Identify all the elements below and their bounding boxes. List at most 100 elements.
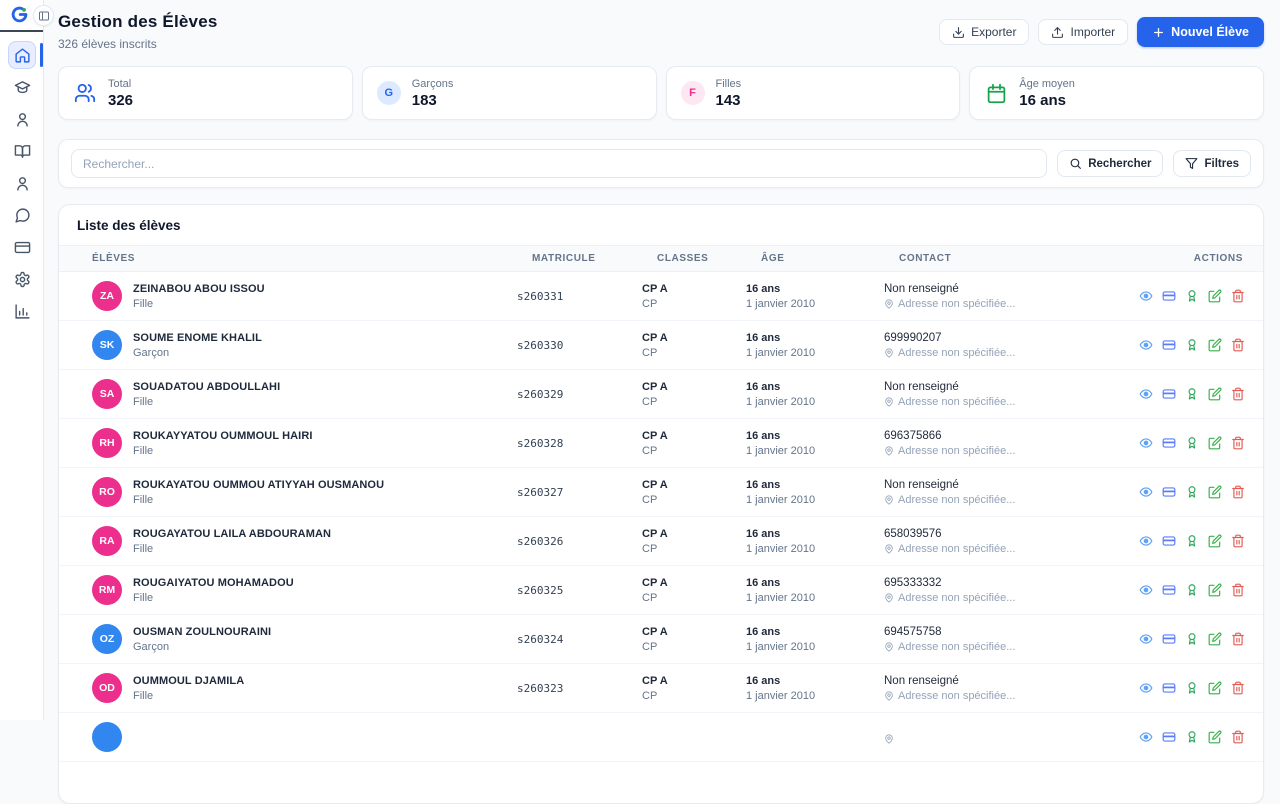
view-button[interactable] — [1138, 534, 1153, 549]
table-row[interactable]: OZ OUSMAN ZOULNOURAINI Garçon s260324 CP… — [59, 615, 1263, 664]
delete-button[interactable] — [1230, 730, 1245, 745]
edit-button[interactable] — [1207, 583, 1222, 598]
export-button[interactable]: Exporter — [939, 19, 1030, 45]
award-button[interactable] — [1184, 632, 1199, 647]
student-phone: Non renseigné — [884, 282, 959, 295]
award-button[interactable] — [1184, 338, 1199, 353]
edit-icon — [1208, 485, 1221, 499]
table-row[interactable] — [59, 713, 1263, 762]
sidebar-item-home[interactable] — [0, 39, 44, 71]
award-button[interactable] — [1184, 485, 1199, 500]
award-icon — [1188, 535, 1195, 547]
column-header-classes: CLASSES — [657, 253, 709, 264]
sidebar-item-messages[interactable] — [0, 199, 44, 231]
id-card-icon — [1162, 438, 1175, 448]
import-button[interactable]: Importer — [1038, 19, 1129, 45]
award-button[interactable] — [1184, 583, 1199, 598]
sidebar-item-courses[interactable] — [0, 135, 44, 167]
view-button[interactable] — [1138, 436, 1153, 451]
table-row[interactable]: SK SOUME ENOME KHALIL Garçon s260330 CP … — [59, 321, 1263, 370]
view-button[interactable] — [1138, 632, 1153, 647]
edit-icon — [1208, 534, 1221, 548]
delete-button[interactable] — [1230, 534, 1245, 549]
sidebar-item-classes[interactable] — [0, 71, 44, 103]
card-button[interactable] — [1161, 534, 1176, 549]
card-button[interactable] — [1161, 632, 1176, 647]
filters-button[interactable]: Filtres — [1173, 150, 1251, 177]
card-button[interactable] — [1161, 681, 1176, 696]
student-birthdate: 1 janvier 2010 — [746, 493, 816, 506]
sidebar-item-statistics[interactable] — [0, 295, 44, 327]
delete-button[interactable] — [1230, 681, 1245, 696]
award-icon — [1188, 486, 1195, 498]
view-button[interactable] — [1138, 289, 1153, 304]
edit-button[interactable] — [1207, 485, 1222, 500]
sidebar-item-students[interactable] — [0, 103, 44, 135]
delete-button[interactable] — [1230, 338, 1245, 353]
view-button[interactable] — [1138, 730, 1153, 745]
row-avatar — [92, 722, 122, 752]
award-button[interactable] — [1184, 534, 1199, 549]
view-button[interactable] — [1138, 681, 1153, 696]
id-card-icon — [1162, 683, 1175, 693]
search-input[interactable] — [71, 149, 1048, 178]
view-button[interactable] — [1138, 338, 1153, 353]
contact-cell: Non renseigné Adresse non spécifiée... — [884, 479, 1095, 506]
card-button[interactable] — [1161, 436, 1176, 451]
delete-button[interactable] — [1230, 485, 1245, 500]
view-button[interactable] — [1138, 387, 1153, 402]
edit-button[interactable] — [1207, 730, 1222, 745]
new-student-button[interactable]: Nouvel Élève — [1137, 17, 1264, 47]
row-avatar: RA — [92, 526, 122, 556]
table-row[interactable]: ZA ZEINABOU ABOU ISSOU Fille s260331 CP … — [59, 272, 1263, 321]
edit-button[interactable] — [1207, 387, 1222, 402]
edit-button[interactable] — [1207, 338, 1222, 353]
table-row[interactable]: OD OUMMOUL DJAMILA Fille s260323 CP A CP… — [59, 664, 1263, 713]
address-text: Adresse non spécifiée... — [898, 346, 1016, 359]
award-button[interactable] — [1184, 387, 1199, 402]
column-header-contact: CONTACT — [899, 253, 952, 264]
card-button[interactable] — [1161, 485, 1176, 500]
edit-button[interactable] — [1207, 289, 1222, 304]
table-row[interactable]: RO ROUKAYATOU OUMMOU ATIYYAH OUSMANOU Fi… — [59, 468, 1263, 517]
view-button[interactable] — [1138, 583, 1153, 598]
delete-button[interactable] — [1230, 583, 1245, 598]
sidebar-item-teachers[interactable] — [0, 167, 44, 199]
table-row[interactable]: RH ROUKAYYATOU OUMMOUL HAIRI Fille s2603… — [59, 419, 1263, 468]
card-button[interactable] — [1161, 387, 1176, 402]
delete-button[interactable] — [1230, 436, 1245, 451]
sidebar-item-payments[interactable] — [0, 231, 44, 263]
sidebar-toggle-button[interactable] — [33, 5, 54, 26]
edit-button[interactable] — [1207, 632, 1222, 647]
award-button[interactable] — [1184, 289, 1199, 304]
actions-cell — [1095, 534, 1245, 549]
edit-button[interactable] — [1207, 534, 1222, 549]
delete-button[interactable] — [1230, 289, 1245, 304]
award-button[interactable] — [1184, 681, 1199, 696]
student-birthdate: 1 janvier 2010 — [746, 591, 816, 604]
award-button[interactable] — [1184, 436, 1199, 451]
map-pin-icon — [885, 544, 893, 554]
card-button[interactable] — [1161, 583, 1176, 598]
table-row[interactable]: RM ROUGAIYATOU MOHAMADOU Fille s260325 C… — [59, 566, 1263, 615]
delete-button[interactable] — [1230, 632, 1245, 647]
search-button[interactable]: Rechercher — [1057, 150, 1164, 177]
award-button[interactable] — [1184, 730, 1199, 745]
card-button[interactable] — [1161, 289, 1176, 304]
student-address: Adresse non spécifiée... — [884, 494, 1095, 506]
student-address: Adresse non spécifiée... — [884, 298, 1095, 310]
edit-button[interactable] — [1207, 681, 1222, 696]
matricule-cell: s260326 — [517, 534, 564, 548]
table-row[interactable]: SA SOUADATOU ABDOULLAHI Fille s260329 CP… — [59, 370, 1263, 419]
class-sub: CP — [642, 346, 658, 359]
student-name: ROUKAYYATOU OUMMOUL HAIRI — [133, 429, 313, 442]
edit-button[interactable] — [1207, 436, 1222, 451]
student-phone: 696375866 — [884, 429, 942, 442]
class-sub: CP — [642, 542, 658, 555]
sidebar-item-settings[interactable] — [0, 263, 44, 295]
card-button[interactable] — [1161, 338, 1176, 353]
view-button[interactable] — [1138, 485, 1153, 500]
delete-button[interactable] — [1230, 387, 1245, 402]
card-button[interactable] — [1161, 730, 1176, 745]
table-row[interactable]: RA ROUGAYATOU LAILA ABDOURAMAN Fille s26… — [59, 517, 1263, 566]
